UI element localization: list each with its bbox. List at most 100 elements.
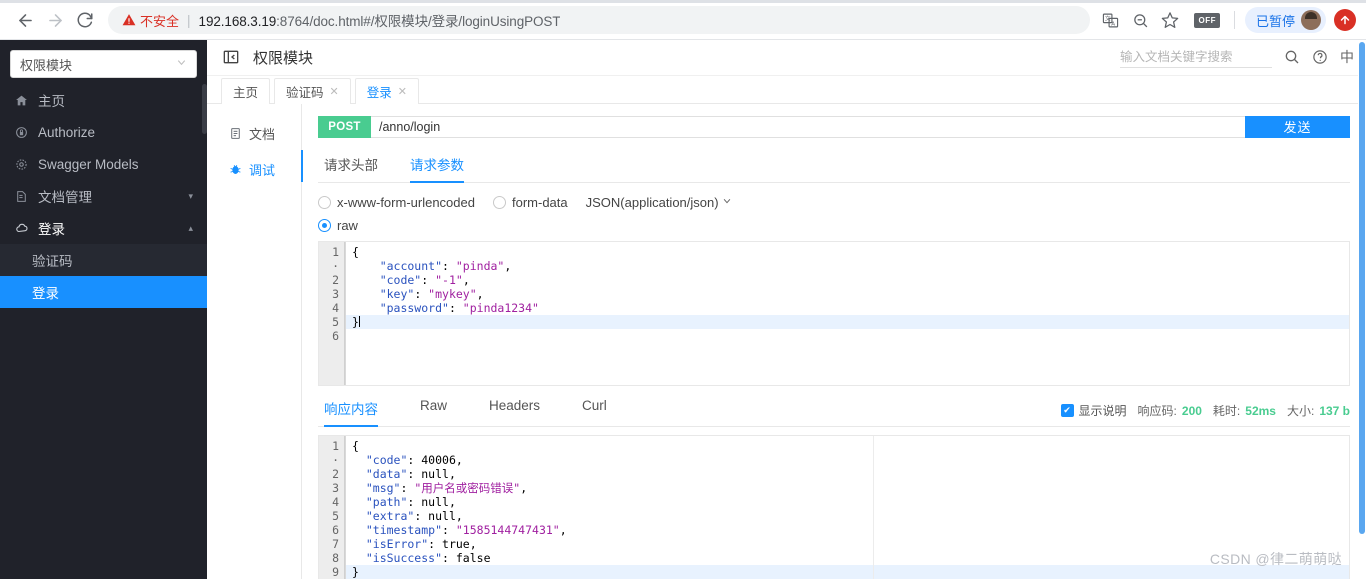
show-description-checkbox[interactable]: ✔: [1060, 404, 1074, 418]
header-left: 权限模块: [223, 47, 313, 68]
search-input[interactable]: [1120, 46, 1272, 69]
sidebar-item-doc-management[interactable]: 文档管理 ▾: [0, 180, 207, 212]
radio-label: raw: [337, 217, 358, 233]
mode-item-debug[interactable]: 调试: [207, 152, 301, 188]
tab-response-curl[interactable]: Curl: [582, 398, 607, 426]
code-line: "isError": true,: [352, 537, 477, 552]
sidebar-item-swagger-models[interactable]: Swagger Models: [0, 148, 207, 180]
radio-urlencoded[interactable]: x-www-form-urlencoded: [318, 195, 475, 210]
browser-toolbar: 不安全 | 192.168.3.19:8764/doc.html#/权限模块/登…: [0, 0, 1366, 40]
response-editor-code[interactable]: { "code": 40006, "data": null, "msg": "用…: [345, 436, 1349, 579]
collapse-menu-icon[interactable]: [223, 49, 239, 65]
content-header: 权限模块 中: [207, 40, 1366, 76]
code-line: "code": 40006,: [352, 453, 463, 468]
mode-item-label: 调试: [249, 163, 276, 179]
tab-response-headers[interactable]: Headers: [489, 398, 540, 426]
toolbar-actions: 文A OFF 已暂停: [1096, 6, 1356, 34]
reload-button[interactable]: [70, 5, 100, 35]
request-path-input[interactable]: [371, 115, 1245, 138]
address-bar[interactable]: 不安全 | 192.168.3.19:8764/doc.html#/权限模块/登…: [108, 6, 1091, 34]
gear-icon: [14, 158, 29, 171]
tab-home[interactable]: 主页: [221, 77, 271, 104]
off-badge[interactable]: OFF: [1194, 12, 1220, 28]
chevron-down-icon: [722, 196, 732, 209]
toolbar-divider: [1233, 11, 1235, 29]
sidebar-sub-label: 登录: [32, 286, 59, 301]
line-number: 3: [332, 286, 339, 301]
home-icon: [14, 94, 29, 107]
chevron-down-icon: ▾: [188, 190, 193, 201]
send-button[interactable]: 发送: [1245, 115, 1350, 138]
avatar: [1301, 10, 1321, 30]
forward-button[interactable]: [40, 5, 70, 35]
raw-radio-row: raw: [318, 218, 1350, 233]
tab-label: 验证码: [286, 85, 324, 100]
close-icon[interactable]: ✕: [330, 85, 339, 98]
star-icon[interactable]: [1156, 6, 1184, 34]
search-icon[interactable]: [1284, 49, 1300, 65]
response-tabs-row: 响应内容 Raw Headers Curl ✔ 显示说明 响应码: 200 耗时…: [318, 398, 1350, 428]
line-number: 2: [332, 467, 339, 482]
radio-label: form-data: [511, 194, 568, 210]
help-circle-icon[interactable]: [1312, 49, 1328, 65]
document-icon: [229, 127, 242, 140]
line-number: 5: [332, 314, 339, 329]
tab-login[interactable]: 登录 ✕: [354, 77, 419, 104]
request-editor-code[interactable]: { "account": "pinda", "code": "-1", "key…: [345, 241, 1349, 386]
radio-raw[interactable]: raw: [318, 218, 358, 233]
tab-captcha[interactable]: 验证码 ✕: [274, 77, 351, 104]
svg-text:A: A: [1111, 21, 1115, 27]
module-select[interactable]: 权限模块: [10, 50, 197, 78]
language-toggle[interactable]: 中: [1340, 47, 1354, 67]
radio-dot: [318, 195, 331, 209]
profile-button[interactable]: 已暂停: [1244, 7, 1326, 33]
line-number: 4: [332, 495, 339, 510]
content-type-select[interactable]: JSON(application/json): [586, 195, 732, 210]
page-scrollbar[interactable]: [1358, 40, 1366, 579]
response-body-editor[interactable]: 1 ·2345678910 { "code": 40006, "data": n…: [318, 435, 1350, 579]
radio-dot: [492, 195, 506, 209]
sidebar-item-captcha[interactable]: 验证码: [0, 244, 207, 276]
scrollbar-thumb[interactable]: [1359, 42, 1365, 534]
request-body-editor[interactable]: 1 · 2 3 4 5 6 { "account": "pinda", "code": "…: [318, 240, 1350, 387]
mode-item-doc[interactable]: 文档: [207, 116, 301, 152]
radio-form-data[interactable]: form-data: [492, 194, 568, 210]
omnibox-separator: |: [187, 12, 191, 28]
tab-request-headers[interactable]: 请求头部: [324, 154, 378, 182]
header-right: 中: [1120, 46, 1354, 69]
view-tabs: 主页 验证码 ✕ 登录 ✕: [207, 75, 1366, 104]
code-line: "msg": "用户名或密码错误",: [352, 481, 528, 496]
sidebar-select-wrapper: 权限模块: [0, 40, 207, 84]
bug-icon: [229, 163, 242, 176]
url-host: 192.168.3.19: [198, 14, 277, 29]
elapsed-value: 52ms: [1245, 403, 1276, 418]
close-icon[interactable]: ✕: [398, 85, 407, 98]
sidebar-item-home[interactable]: 主页: [0, 84, 207, 116]
update-arrow-icon[interactable]: [1334, 9, 1356, 31]
chevron-down-icon: [176, 57, 187, 71]
line-number: 1 ·: [332, 439, 339, 468]
line-number: 6: [332, 328, 339, 343]
sidebar-item-authorize[interactable]: Authorize: [0, 116, 207, 148]
content-area: 文档 调试 POST 发送 请求头部 请求参数: [207, 103, 1366, 579]
back-button[interactable]: [10, 5, 40, 35]
sidebar-item-login[interactable]: 登录: [0, 276, 207, 308]
line-number: 1 ·: [332, 244, 339, 273]
code-line: "path": null,: [352, 495, 456, 510]
status-code-value: 200: [1181, 403, 1202, 418]
elapsed-key: 耗时:: [1212, 404, 1241, 419]
tab-response-body[interactable]: 响应内容: [324, 398, 378, 428]
lock-icon: [14, 126, 29, 139]
mode-active-indicator: [301, 149, 303, 182]
code-line: {: [352, 244, 359, 259]
body-type-radios: x-www-form-urlencoded form-data JSON(app…: [318, 195, 1350, 210]
page-title: 权限模块: [253, 49, 314, 67]
code-line: }: [346, 314, 1349, 329]
code-line: "key": "mykey",: [352, 286, 484, 301]
sidebar-item-login-group[interactable]: 登录 ▴: [0, 212, 207, 244]
translate-icon[interactable]: 文A: [1096, 6, 1124, 34]
tab-response-raw[interactable]: Raw: [420, 398, 447, 426]
tab-request-params[interactable]: 请求参数: [410, 154, 464, 183]
module-select-value: 权限模块: [20, 57, 73, 73]
zoom-out-icon[interactable]: [1126, 6, 1154, 34]
